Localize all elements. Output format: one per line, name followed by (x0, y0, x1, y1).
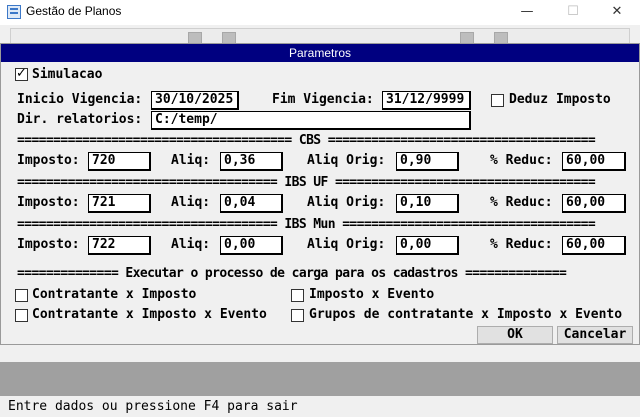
cbs-reduc-field[interactable]: 60,00 (562, 152, 626, 171)
deduz-imposto-checkbox[interactable] (491, 94, 504, 107)
background-panel (0, 362, 640, 396)
parametros-dialog: Parametros ✓ Simulacao Inicio Vigencia: … (0, 43, 640, 345)
imposto-label: Imposto: (17, 237, 80, 252)
aliq-label: Aliq: (171, 237, 211, 252)
cbs-aliq-orig-field[interactable]: 0,90 (396, 152, 459, 171)
ibs-mun-imposto-field[interactable]: 722 (88, 236, 151, 255)
contratante-imposto-evento-checkbox[interactable] (15, 309, 28, 322)
grupos-contratante-checkbox[interactable] (291, 309, 304, 322)
status-text: Entre dados ou pressione F4 para sair (8, 399, 298, 414)
check-icon: ✓ (16, 66, 27, 81)
ok-button[interactable]: OK (477, 326, 553, 344)
aliq-orig-label: Aliq Orig: (307, 153, 386, 168)
simulacao-checkbox[interactable]: ✓ (15, 66, 28, 81)
ibs-uf-aliq-orig-field[interactable]: 0,10 (396, 194, 459, 213)
ibs-uf-section-header: ==================================== IBS… (17, 175, 596, 190)
inicio-vigencia-label: Inicio Vigencia: (17, 92, 143, 107)
aliq-orig-label: Aliq Orig: (307, 237, 386, 252)
contratante-imposto-label: Contratante x Imposto (32, 287, 197, 302)
cbs-imposto-field[interactable]: 720 (88, 152, 151, 171)
ibs-uf-imposto-field[interactable]: 721 (88, 194, 151, 213)
contratante-imposto-checkbox[interactable] (15, 289, 28, 302)
app-icon (7, 5, 21, 19)
dialog-title: Parametros (1, 44, 639, 62)
minimize-button[interactable]: — (504, 0, 550, 25)
inicio-vigencia-field[interactable]: 30/10/2025 (151, 91, 239, 110)
contratante-imposto-evento-label: Contratante x Imposto x Evento (32, 307, 267, 322)
ibs-mun-reduc-field[interactable]: 60,00 (562, 236, 626, 255)
reduc-label: % Reduc: (490, 195, 553, 210)
imposto-label: Imposto: (17, 195, 80, 210)
fim-vigencia-field[interactable]: 31/12/9999 (382, 91, 471, 110)
window-titlebar: Gestão de Planos — ☐ ✕ (0, 0, 640, 25)
cancel-button[interactable]: Cancelar (557, 326, 633, 344)
ibs-uf-aliq-field[interactable]: 0,04 (220, 194, 283, 213)
aliq-label: Aliq: (171, 195, 211, 210)
deduz-imposto-label: Deduz Imposto (509, 92, 611, 107)
reduc-label: % Reduc: (490, 153, 553, 168)
ibs-mun-aliq-field[interactable]: 0,00 (220, 236, 283, 255)
status-bar: Entre dados ou pressione F4 para sair (0, 396, 640, 417)
imposto-evento-label: Imposto x Evento (309, 287, 435, 302)
fim-vigencia-label: Fim Vigencia: (272, 92, 374, 107)
carga-section-header: ============== Executar o processo de ca… (17, 266, 567, 281)
reduc-label: % Reduc: (490, 237, 553, 252)
grupos-contratante-label: Grupos de contratante x Imposto x Evento (309, 307, 623, 322)
aliq-orig-label: Aliq Orig: (307, 195, 386, 210)
dir-relatorios-label: Dir. relatorios: (17, 112, 143, 127)
imposto-label: Imposto: (17, 153, 80, 168)
window-title: Gestão de Planos (26, 4, 122, 18)
imposto-evento-checkbox[interactable] (291, 289, 304, 302)
dir-relatorios-field[interactable]: C:/temp/ (151, 111, 471, 130)
cbs-section-header: ====================================== C… (17, 133, 596, 148)
ibs-mun-aliq-orig-field[interactable]: 0,00 (396, 236, 459, 255)
simulacao-label: Simulacao (32, 67, 103, 82)
ibs-mun-section-header: ==================================== IBS… (17, 217, 596, 232)
ibs-uf-reduc-field[interactable]: 60,00 (562, 194, 626, 213)
cbs-aliq-field[interactable]: 0,36 (220, 152, 283, 171)
aliq-label: Aliq: (171, 153, 211, 168)
close-button[interactable]: ✕ (594, 0, 640, 25)
maximize-button[interactable]: ☐ (550, 0, 596, 25)
